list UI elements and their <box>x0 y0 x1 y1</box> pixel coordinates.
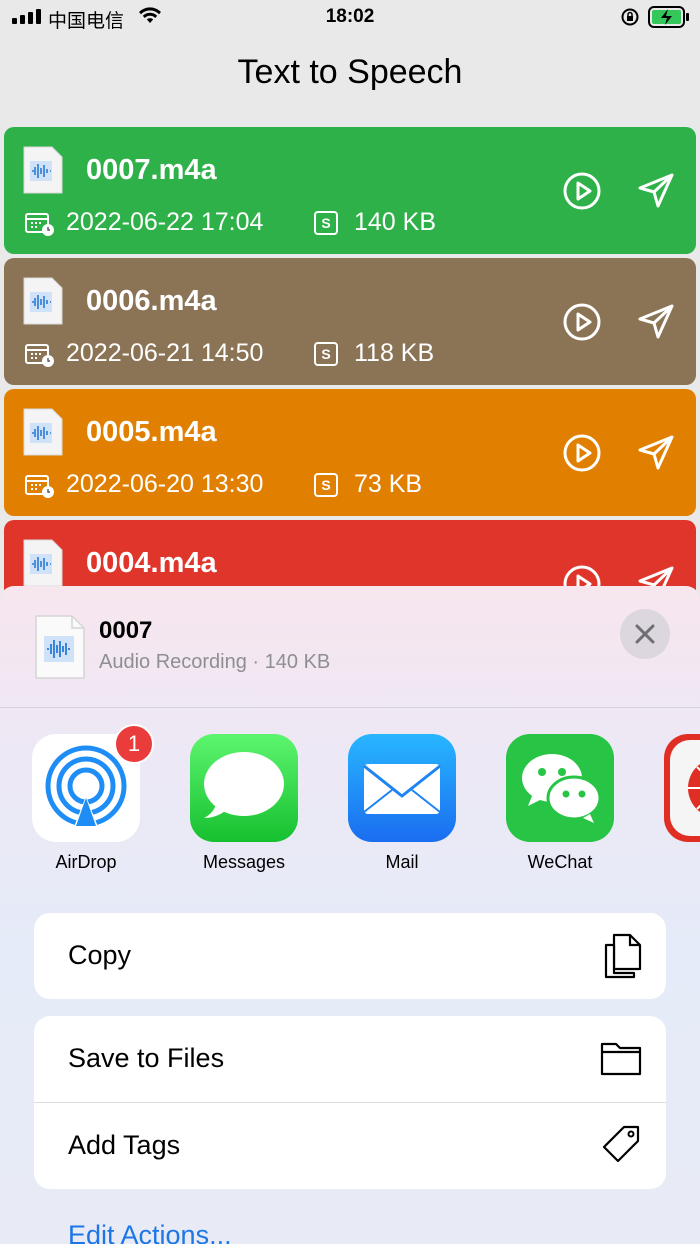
send-button[interactable] <box>636 433 676 473</box>
file-name: 0007.m4a <box>86 154 217 186</box>
copy-icon <box>604 933 642 979</box>
file-name: 0005.m4a <box>86 416 217 448</box>
file-card-0007[interactable]: 0007.m4a 2022-06-22 17:04 S 140 KB <box>4 127 696 254</box>
folder-icon <box>600 1042 642 1076</box>
share-file-subtitle: Audio Recording · 140 KB <box>99 651 331 673</box>
battery-charging-icon <box>648 6 690 33</box>
share-app-mail[interactable]: Mail <box>348 734 456 872</box>
wechat-icon <box>506 734 614 842</box>
save-to-files-action[interactable]: Save to Files <box>34 1016 666 1102</box>
play-button[interactable] <box>562 171 602 211</box>
audio-file-icon <box>23 539 63 587</box>
file-date: 2022-06-22 17:04 <box>66 208 264 236</box>
size-icon: S <box>314 342 338 366</box>
file-date: 2022-06-21 14:50 <box>66 339 264 367</box>
calendar-clock-icon <box>25 475 54 498</box>
app-label: Messages <box>202 852 286 872</box>
size-icon: S <box>314 211 338 235</box>
mail-icon <box>348 734 456 842</box>
copy-action[interactable]: Copy <box>34 913 666 999</box>
app-label: WeChat <box>527 852 593 872</box>
app-label: 拼 <box>644 852 700 878</box>
messages-icon <box>190 734 298 842</box>
edit-actions-link[interactable]: Edit Actions... <box>68 1220 232 1244</box>
notification-badge: 1 <box>114 724 154 764</box>
status-bar: 中国电信 18:02 <box>0 0 700 36</box>
file-name: 0006.m4a <box>86 285 217 317</box>
app-label: AirDrop <box>55 852 117 872</box>
audio-file-icon <box>23 146 63 194</box>
audio-file-icon <box>23 277 63 325</box>
calendar-clock-icon <box>25 213 54 236</box>
share-sheet: 0007 Audio Recording · 140 KB 1 AirDrop … <box>0 586 700 1244</box>
file-size: 73 KB <box>354 470 423 498</box>
action-label: Add Tags <box>68 1130 181 1160</box>
file-card-0005[interactable]: 0005.m4a 2022-06-20 13:30 S 73 KB <box>4 389 696 516</box>
tag-icon <box>602 1125 640 1163</box>
share-app-airdrop[interactable]: 1 AirDrop <box>32 724 154 872</box>
orientation-lock-icon <box>620 7 640 32</box>
share-file-title: 0007 <box>99 617 153 644</box>
app-label: Mail <box>385 852 419 872</box>
share-app-pinduoduo[interactable]: 拼 <box>664 734 700 842</box>
action-label: Copy <box>68 940 132 970</box>
play-button[interactable] <box>562 302 602 342</box>
play-button[interactable] <box>562 433 602 473</box>
add-tags-action[interactable]: Add Tags <box>34 1102 666 1189</box>
audio-file-icon <box>23 408 63 456</box>
share-app-wechat[interactable]: WeChat <box>506 734 614 872</box>
clock: 18:02 <box>325 6 375 27</box>
action-group-copy: Copy <box>34 913 666 999</box>
send-button[interactable] <box>636 171 676 211</box>
file-card-0006[interactable]: 0006.m4a 2022-06-21 14:50 S 118 KB <box>4 258 696 385</box>
pinduoduo-icon <box>664 734 700 842</box>
close-button[interactable] <box>620 609 670 659</box>
file-name: 0004.m4a <box>86 547 217 579</box>
share-app-messages[interactable]: Messages <box>190 734 298 872</box>
file-size: 140 KB <box>354 208 437 236</box>
action-label: Save to Files <box>68 1043 225 1073</box>
divider <box>0 707 700 708</box>
file-size: 118 KB <box>354 339 435 367</box>
file-date: 2022-06-20 13:30 <box>66 470 264 498</box>
calendar-clock-icon <box>25 344 54 367</box>
page-title: Text to Speech <box>237 53 463 91</box>
audio-file-icon <box>35 615 85 679</box>
action-group-files: Save to Files Add Tags <box>34 1016 666 1189</box>
size-icon: S <box>314 473 338 497</box>
close-icon <box>635 624 655 644</box>
send-button[interactable] <box>636 302 676 342</box>
